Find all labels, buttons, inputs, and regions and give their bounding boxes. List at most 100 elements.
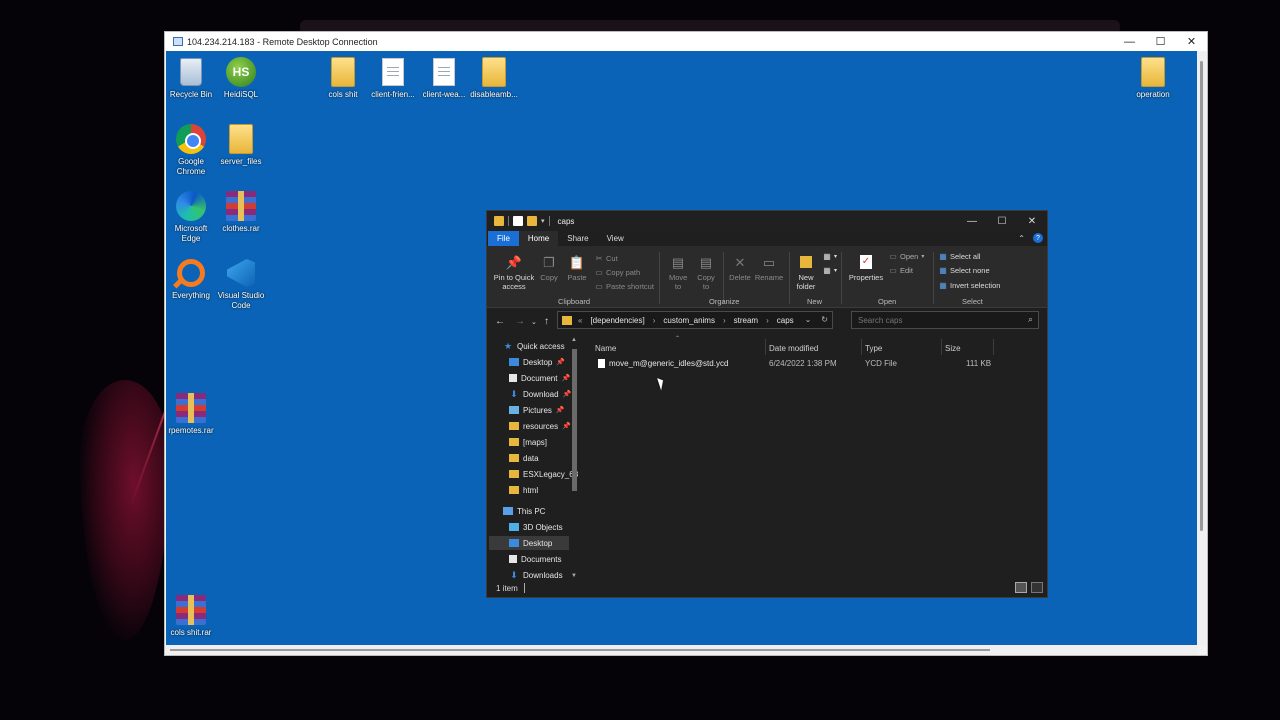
desktop-icon-server-files[interactable]: server_files [215, 123, 267, 167]
copy-path-button[interactable]: ▭ Copy path [595, 268, 640, 277]
invert-selection-button[interactable]: ▦ Invert selection [939, 281, 1000, 290]
scroll-up-arrow-icon[interactable]: ▲ [571, 337, 577, 343]
move-to-button[interactable]: ▤ Move to [666, 254, 690, 292]
desktop-icon-vscode[interactable]: Visual Studio Code [215, 257, 267, 311]
winrar-archive-icon [226, 191, 256, 221]
nav-item-pc-documents[interactable]: Documents [509, 552, 561, 566]
rdp-close-button[interactable]: ✕ [1176, 32, 1207, 51]
breadcrumb-stream[interactable]: stream [734, 316, 758, 325]
nav-item-resources[interactable]: resources 📌 [509, 419, 571, 433]
desktop-icon-client-friendly[interactable]: client-frien... [367, 56, 419, 100]
explorer-titlebar[interactable]: ▾ caps — ☐ ✕ [487, 211, 1047, 231]
rename-button[interactable]: ▭ Rename [754, 254, 784, 283]
nav-item-downloads[interactable]: ⬇ Download 📌 [509, 387, 571, 401]
nav-quick-access[interactable]: ★ Quick access [503, 339, 565, 353]
column-header-type[interactable]: Type [865, 344, 882, 353]
folder-icon [494, 216, 504, 226]
select-all-button[interactable]: ▦ Select all [939, 252, 980, 261]
navigation-pane-scrollbar[interactable]: ▲ ▼ [569, 335, 579, 581]
nav-item-esxlegacy[interactable]: ESXLegacy_68 [509, 467, 578, 481]
desktop-icon-cols-shit-rar[interactable]: cols shit.rar [166, 594, 217, 638]
nav-item-pc-desktop[interactable]: Desktop [489, 536, 569, 550]
search-input[interactable] [851, 311, 1039, 329]
select-none-icon: ▦ [939, 266, 947, 275]
breadcrumb-caps[interactable]: caps [777, 316, 794, 325]
pictures-icon [509, 406, 519, 414]
desktop-icon-cols-shit-folder[interactable]: cols shit [317, 56, 369, 100]
column-header-date-modified[interactable]: Date modified [769, 344, 818, 353]
desktop-icon-operation[interactable]: operation [1127, 56, 1179, 100]
nav-item-documents[interactable]: Document 📌 [509, 371, 570, 385]
desktop-icon-disableambient[interactable]: disableamb... [468, 56, 520, 100]
folder-icon [509, 438, 519, 446]
help-icon[interactable]: ? [1033, 233, 1043, 243]
breadcrumb-custom-anims[interactable]: custom_anims [663, 316, 715, 325]
desktop-icon-recycle-bin[interactable]: Recycle Bin [166, 56, 217, 100]
move-to-icon: ▤ [671, 254, 685, 270]
recent-locations-chevron-icon[interactable]: ⌄ [531, 318, 537, 326]
nav-item-maps[interactable]: [maps] [509, 435, 547, 449]
tab-view[interactable]: View [598, 231, 633, 246]
large-icons-view-button[interactable] [1031, 582, 1043, 593]
desktop-icon-microsoft-edge[interactable]: Microsoft Edge [166, 190, 217, 244]
paste-button[interactable]: 📋 Paste [565, 254, 589, 283]
rdp-minimize-button[interactable]: — [1114, 32, 1145, 51]
file-list[interactable]: ⌃ Name Date modified Type Size move_m@ge… [587, 335, 1045, 581]
refresh-icon[interactable]: ↻ [821, 315, 828, 324]
explorer-minimize-button[interactable]: — [957, 211, 987, 231]
back-arrow-icon[interactable]: ← [495, 316, 505, 327]
desktop-icon-client-weapons[interactable]: client-wea... [418, 56, 470, 100]
desktop-icon-rpemotes-rar[interactable]: rpemotes.rar [166, 392, 217, 436]
properties-qat-icon[interactable] [513, 216, 523, 226]
new-folder-qat-icon[interactable] [527, 216, 537, 226]
desktop-icon-clothes-rar[interactable]: clothes.rar [215, 190, 267, 234]
nav-item-pictures[interactable]: Pictures 📌 [509, 403, 565, 417]
pin-to-quick-access-button[interactable]: 📌 Pin to Quick access [491, 254, 537, 292]
rdp-title: 104.234.214.183 - Remote Desktop Connect… [187, 36, 378, 47]
copy-button[interactable]: ❐ Copy [538, 254, 560, 283]
address-bar[interactable]: « [dependencies] › custom_anims › stream… [557, 311, 833, 329]
delete-button[interactable]: ✕ Delete [727, 254, 753, 283]
tab-file[interactable]: File [488, 231, 519, 246]
tab-share[interactable]: Share [558, 231, 597, 246]
rdp-vertical-scrollbar[interactable] [1197, 51, 1206, 645]
forward-arrow-icon[interactable]: → [515, 316, 525, 327]
column-header-size[interactable]: Size [945, 344, 961, 353]
clipboard-icon: 📋 [568, 254, 586, 270]
desktop-icon-heidisql[interactable]: HS HeidiSQL [215, 56, 267, 100]
desktop-icon-everything[interactable]: Everything [166, 257, 217, 301]
nav-item-html[interactable]: html [509, 483, 538, 497]
details-view-button[interactable] [1015, 582, 1027, 593]
address-history-chevron-icon[interactable]: ⌄ [805, 315, 812, 324]
rdp-horizontal-scrollbar[interactable] [166, 645, 1198, 655]
nav-item-3d-objects[interactable]: 3D Objects [509, 520, 563, 534]
copy-to-button[interactable]: ▤ Copy to [694, 254, 718, 292]
new-folder-button[interactable]: New folder [792, 254, 820, 291]
edit-button[interactable]: ▭ Edit [889, 266, 913, 275]
explorer-maximize-button[interactable]: ☐ [987, 211, 1017, 231]
invert-selection-icon: ▦ [939, 281, 947, 290]
rdp-titlebar[interactable]: 104.234.214.183 - Remote Desktop Connect… [165, 32, 1207, 51]
paste-shortcut-button[interactable]: ▭ Paste shortcut [595, 282, 654, 291]
open-button[interactable]: ▭ Open ▾ [889, 252, 924, 261]
explorer-close-button[interactable]: ✕ [1017, 211, 1047, 231]
breadcrumb-dependencies[interactable]: [dependencies] [590, 316, 644, 325]
nav-this-pc[interactable]: This PC [503, 504, 545, 518]
file-row[interactable]: move_m@generic_idles@std.ycd 6/24/2022 1… [595, 356, 995, 371]
nav-item-data[interactable]: data [509, 451, 539, 465]
new-item-button[interactable]: ▦ ▾ [823, 252, 837, 261]
tab-home[interactable]: Home [518, 231, 559, 246]
properties-button[interactable]: ✓ Properties [845, 254, 887, 282]
collapse-ribbon-icon[interactable]: ⌃ [1018, 234, 1025, 243]
select-none-button[interactable]: ▦ Select none [939, 266, 989, 275]
desktop-icon-google-chrome[interactable]: Google Chrome [166, 123, 217, 177]
easy-access-button[interactable]: ▦ ▾ [823, 266, 837, 275]
qat-dropdown-icon[interactable]: ▾ [541, 217, 545, 225]
column-header-name[interactable]: Name [595, 344, 616, 353]
open-icon: ▭ [889, 252, 897, 261]
nav-item-desktop[interactable]: Desktop 📌 [509, 355, 565, 369]
rdp-maximize-button[interactable]: ☐ [1145, 32, 1176, 51]
cut-button[interactable]: ✂ Cut [595, 254, 618, 263]
rdp-app-icon [173, 37, 183, 46]
up-arrow-icon[interactable]: ↑ [544, 316, 549, 327]
